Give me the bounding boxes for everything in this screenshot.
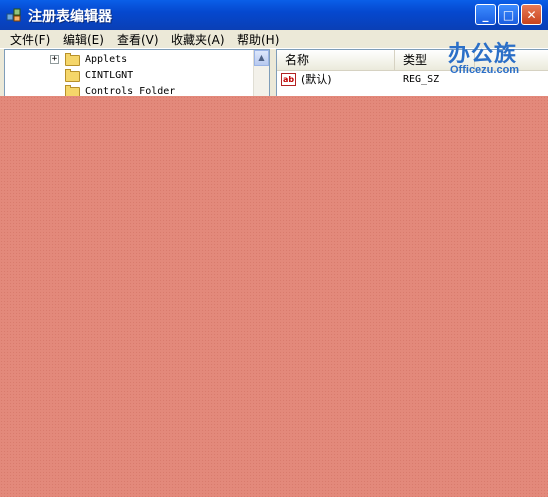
redaction-overlay <box>0 96 548 497</box>
menu-bar: 文件(F) 编辑(E) 查看(V) 收藏夹(A) 帮助(H) <box>0 30 548 49</box>
minimize-button[interactable]: _ <box>475 4 496 25</box>
chevron-up-icon: ▲ <box>258 53 265 62</box>
scroll-up-button[interactable]: ▲ <box>254 50 269 66</box>
menu-help[interactable]: 帮助(H) <box>237 31 279 48</box>
expand-icon[interactable]: + <box>50 55 59 64</box>
maximize-icon: □ <box>502 7 515 22</box>
value-type: REG_SZ <box>403 74 440 85</box>
menu-view[interactable]: 查看(V) <box>117 31 159 48</box>
close-button[interactable]: ✕ <box>521 4 542 25</box>
column-header-type[interactable]: 类型 <box>395 50 475 70</box>
registry-editor-icon <box>6 8 21 22</box>
menu-favorites[interactable]: 收藏夹(A) <box>171 31 225 48</box>
tree-item-label: CINTLGNT <box>85 70 134 81</box>
folder-icon <box>65 69 80 82</box>
list-item[interactable]: ab (默认) REG_SZ <box>277 71 548 88</box>
column-header-name[interactable]: 名称 <box>277 50 395 70</box>
maximize-button[interactable]: □ <box>498 4 519 25</box>
minimize-icon: _ <box>482 7 489 22</box>
value-name: (默认) <box>301 73 332 86</box>
folder-icon <box>65 53 80 66</box>
tree-item-label: Applets <box>85 54 128 65</box>
tree-item-applets[interactable]: + Applets <box>5 52 253 68</box>
string-value-icon: ab <box>281 73 296 86</box>
tree-item-cintlgnt[interactable]: CINTLGNT <box>5 68 253 84</box>
menu-edit[interactable]: 编辑(E) <box>63 31 104 48</box>
title-bar[interactable]: 注册表编辑器 _ □ ✕ <box>0 0 548 30</box>
window-title: 注册表编辑器 <box>28 9 112 25</box>
menu-file[interactable]: 文件(F) <box>10 31 50 48</box>
close-icon: ✕ <box>526 7 537 22</box>
list-header: 名称 类型 <box>277 50 548 71</box>
